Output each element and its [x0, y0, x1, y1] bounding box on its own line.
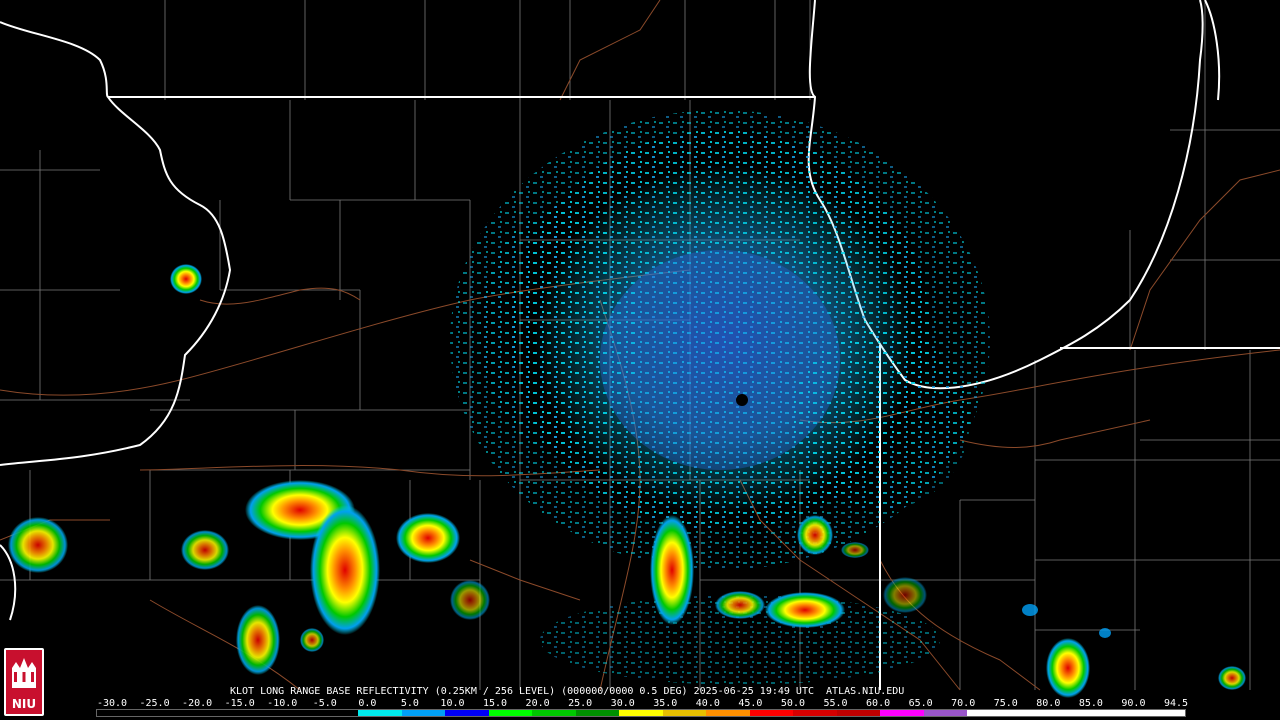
scale-color-bin	[1054, 710, 1098, 716]
scale-label: -30.0	[96, 698, 128, 709]
scale-color-bin	[1141, 710, 1185, 716]
scale-color-bin	[358, 710, 402, 716]
scale-label: -10.0	[267, 698, 298, 709]
scale-label: -5.0	[312, 698, 337, 709]
scale-color-bin	[1010, 710, 1055, 716]
scale-color-bin	[532, 710, 576, 716]
scale-label: 20.0	[525, 698, 550, 709]
scale-label: 90.0	[1121, 698, 1146, 709]
scale-label: 55.0	[823, 698, 848, 709]
scale-color-bin	[706, 710, 750, 716]
reflectivity-scale-labels: -30.0 -25.0 -20.0 -15.0 -10.0 -5.0 0.0 5.0 10.0 1…	[0, 698, 1280, 709]
scale-label: 50.0	[780, 698, 805, 709]
scale-color-bin	[488, 710, 533, 716]
scale-color-bin	[271, 710, 315, 716]
niu-logo: NIU	[4, 648, 44, 716]
scale-color-bin	[401, 710, 446, 716]
scale-color-bin	[749, 710, 794, 716]
radar-site-dot	[736, 394, 748, 406]
scale-color-bin	[967, 710, 1011, 716]
scale-label: 45.0	[738, 698, 763, 709]
radar-map	[0, 0, 1280, 720]
scale-color-bin	[793, 710, 837, 716]
reflectivity-color-scale	[96, 709, 1186, 717]
scale-color-bin	[1097, 710, 1142, 716]
scale-color-bin	[227, 710, 272, 716]
scale-label: -15.0	[224, 698, 255, 709]
scale-label: 0.0	[358, 698, 377, 709]
scale-label: 15.0	[482, 698, 508, 709]
scale-color-bin	[619, 710, 663, 716]
scale-label: 5.0	[400, 698, 419, 709]
niu-logo-text: NIU	[12, 697, 36, 711]
scale-color-bin	[140, 710, 185, 716]
scale-label: 80.0	[1036, 698, 1061, 709]
scale-color-bin	[184, 710, 228, 716]
scale-color-bin	[97, 710, 141, 716]
scale-label: 65.0	[908, 698, 933, 709]
scale-label: -20.0	[182, 698, 213, 709]
scale-label: 85.0	[1078, 698, 1103, 709]
scale-label: 70.0	[951, 698, 976, 709]
scale-label: -25.0	[139, 698, 170, 709]
scale-label: 40.0	[695, 698, 720, 709]
scale-color-bin	[314, 710, 359, 716]
scale-label: 35.0	[653, 698, 678, 709]
scale-label: 60.0	[866, 698, 891, 709]
product-caption: KLOT LONG RANGE BASE REFLECTIVITY (0.25K…	[230, 686, 905, 697]
scale-label: 75.0	[993, 698, 1018, 709]
scale-color-bin	[662, 710, 707, 716]
scale-label: 30.0	[610, 698, 635, 709]
scale-color-bin	[575, 710, 620, 716]
scale-color-bin	[880, 710, 924, 716]
scale-label: 10.0	[440, 698, 465, 709]
scale-color-bin	[445, 710, 489, 716]
scale-color-bin	[836, 710, 881, 716]
scale-color-bin	[923, 710, 968, 716]
scale-label: 94.5	[1163, 698, 1189, 709]
scale-label: 25.0	[568, 698, 593, 709]
